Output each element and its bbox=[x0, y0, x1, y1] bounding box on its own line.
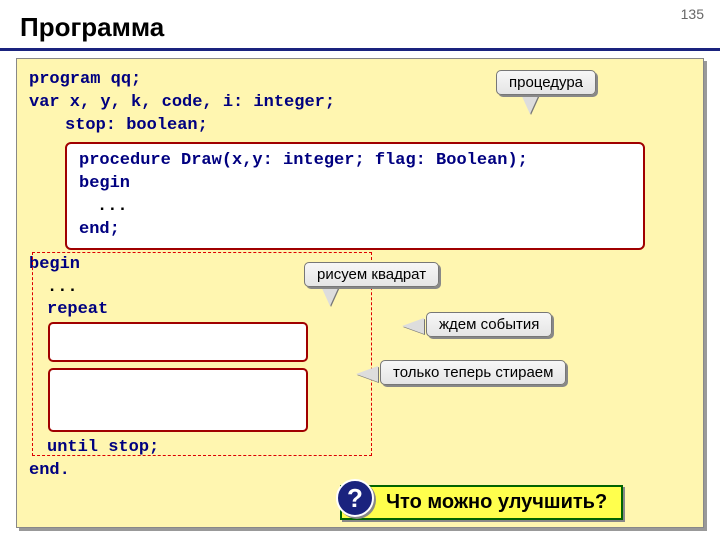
draw-event-highlight-box bbox=[48, 368, 308, 432]
procedure-box: procedure Draw(x,y: integer; flag: Boole… bbox=[65, 142, 645, 250]
callout-procedure: процедура bbox=[496, 70, 596, 95]
while-highlight-box bbox=[48, 322, 308, 362]
code-line: ... bbox=[97, 196, 631, 219]
code-line: until stop; bbox=[47, 437, 691, 460]
callout-pointer bbox=[402, 318, 424, 334]
callout-pointer bbox=[356, 366, 378, 382]
code-line: stop: boolean; bbox=[65, 115, 691, 138]
page-title: Программа bbox=[20, 12, 164, 43]
code-line: repeat bbox=[47, 299, 691, 322]
question-text: Что можно улучшить? bbox=[386, 491, 607, 513]
code-line: procedure Draw(x,y: integer; flag: Boole… bbox=[79, 150, 631, 173]
callout-wait-event: ждем события bbox=[426, 312, 552, 337]
callout-now-erase: только теперь стираем bbox=[380, 360, 566, 385]
page-number: 135 bbox=[681, 6, 704, 22]
callout-draw-square: рисуем квадрат bbox=[304, 262, 439, 287]
title-rule bbox=[0, 48, 720, 51]
question-icon: ? bbox=[336, 479, 374, 517]
code-line: end; bbox=[79, 219, 631, 242]
question-bar: ? Что можно улучшить? bbox=[340, 485, 623, 520]
code-block: program qq; var x, y, k, code, i: intege… bbox=[16, 58, 704, 528]
callout-pointer bbox=[520, 92, 540, 114]
code-line: var x, y, k, code, i: integer; bbox=[29, 92, 691, 115]
code-line: begin bbox=[79, 173, 631, 196]
callout-pointer bbox=[320, 284, 340, 306]
